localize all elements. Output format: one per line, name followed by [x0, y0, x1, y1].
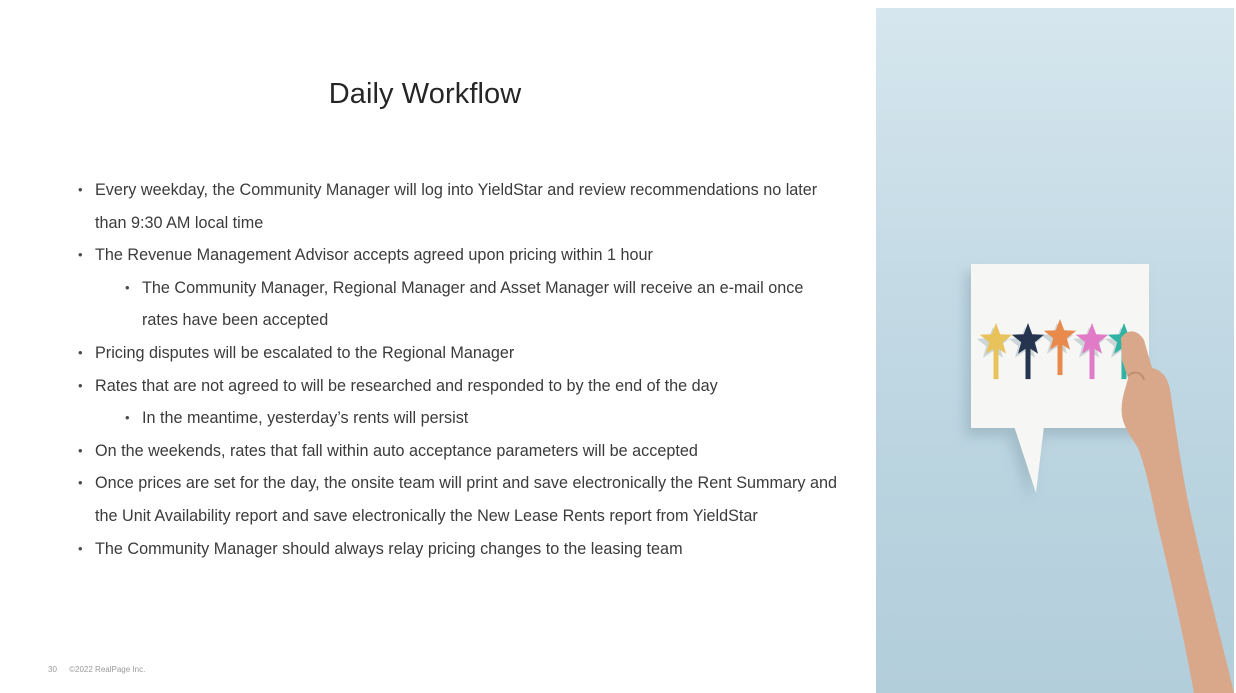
sub-bullet-item: • The Community Manager, Regional Manage… [78, 272, 838, 337]
bullet-item: • Pricing disputes will be escalated to … [78, 337, 838, 370]
copyright: ©2022 RealPage Inc. [69, 665, 146, 674]
bullet-dot: • [78, 377, 83, 393]
bullet-text: The Community Manager should always rela… [95, 539, 683, 558]
slide-footer: 30 ©2022 RealPage Inc. [48, 665, 145, 674]
bullet-text: Once prices are set for the day, the ons… [95, 474, 837, 525]
bullet-item: • The Community Manager should always re… [78, 533, 838, 566]
bullet-item: • The Revenue Management Advisor accepts… [78, 239, 838, 272]
bullet-item: • Once prices are set for the day, the o… [78, 467, 838, 532]
bullet-text: Pricing disputes will be escalated to th… [95, 343, 515, 362]
bullet-dot: • [125, 410, 130, 426]
bullet-dot: • [78, 344, 83, 360]
bullet-dot: • [78, 247, 83, 263]
bullet-item: • Rates that are not agreed to will be r… [78, 370, 838, 403]
bullet-item: • Every weekday, the Community Manager w… [78, 174, 838, 239]
sub-bullet-item: • In the meantime, yesterday’s rents wil… [78, 402, 838, 435]
bullet-dot: • [78, 182, 83, 197]
speech-bubble-stars-icon [971, 264, 1234, 693]
bullet-dot: • [125, 279, 130, 295]
bullet-dot: • [78, 475, 83, 491]
bullet-text: On the weekends, rates that fall within … [95, 441, 698, 460]
bullet-text: The Revenue Management Advisor accepts a… [95, 246, 653, 265]
page-number: 30 [48, 665, 57, 674]
star-stand [1089, 345, 1095, 380]
bullet-text: The Community Manager, Regional Manager … [142, 278, 804, 330]
star-stand [1025, 345, 1031, 380]
hand-icon [1121, 331, 1234, 693]
bullet-item: • On the weekends, rates that fall withi… [78, 435, 838, 468]
bullet-dot: • [78, 442, 83, 458]
bullet-list: • Every weekday, the Community Manager w… [78, 174, 838, 565]
stars-photo [876, 8, 1234, 693]
bullet-text: Rates that are not agreed to will be res… [95, 376, 718, 395]
star-stand [993, 345, 999, 380]
bullet-text: Every weekday, the Community Manager wil… [95, 181, 818, 232]
bullet-dot: • [78, 540, 83, 556]
star-stand [1057, 341, 1063, 376]
slide: Daily Workflow • Every weekday, the Comm… [0, 0, 1236, 693]
bullet-text: In the meantime, yesterday’s rents will … [142, 409, 469, 428]
slide-title: Daily Workflow [328, 78, 522, 110]
